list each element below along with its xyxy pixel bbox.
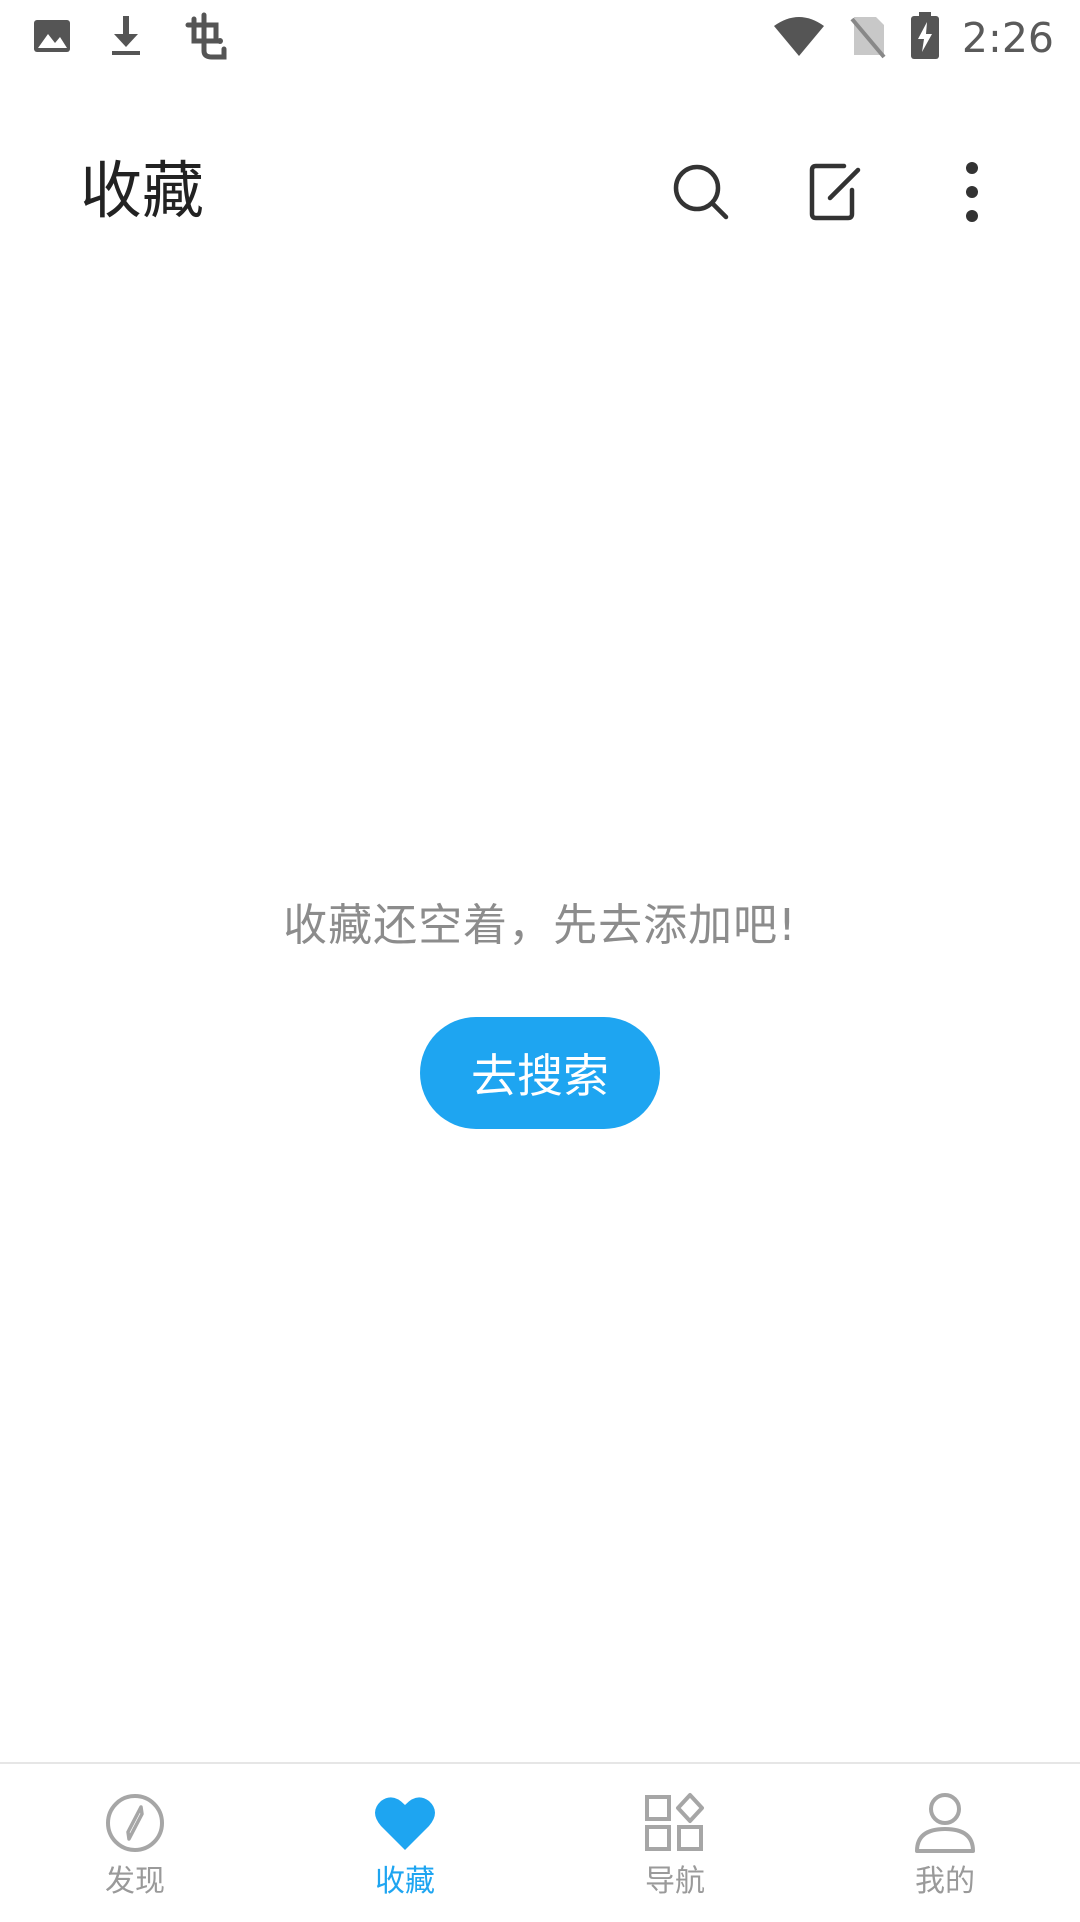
bottom-nav: 发现 收藏 导航 我的 [0,1762,1080,1922]
status-time: 2:26 [961,14,1054,62]
search-icon [671,162,731,226]
nav-item-navigation[interactable]: 导航 [540,1764,810,1922]
app-bar: 收藏 [0,120,1080,270]
more-options-button[interactable] [934,156,1010,232]
nav-item-favorites[interactable]: 收藏 [270,1764,540,1922]
edit-button[interactable] [797,156,873,232]
more-vert-icon [962,160,982,228]
grid-icon [642,1790,708,1856]
status-bar: 2:26 [0,0,1080,74]
nav-label-profile: 我的 [915,1864,975,1899]
nav-item-profile[interactable]: 我的 [810,1764,1080,1922]
status-left-icons [32,10,230,66]
wifi-icon [772,14,826,62]
heart-icon [372,1790,438,1856]
nav-label-favorites: 收藏 [375,1864,435,1899]
empty-state: 收藏还空着，先去添加吧! 去搜索 [0,900,1080,1129]
no-sim-icon [848,13,888,63]
nav-label-discover: 发现 [105,1864,165,1899]
edit-icon [808,162,862,226]
page-title: 收藏 [80,154,205,227]
empty-message: 收藏还空着，先去添加吧! [283,900,797,951]
nav-label-navigation: 导航 [645,1864,705,1899]
status-right-icons: 2:26 [772,10,1054,66]
go-search-button[interactable]: 去搜索 [420,1016,660,1129]
app-bug-icon [180,11,230,65]
compass-icon [102,1790,168,1856]
nav-item-discover[interactable]: 发现 [0,1764,270,1922]
download-icon [106,14,146,62]
image-icon [32,16,72,60]
search-button[interactable] [663,156,739,232]
user-icon [912,1790,978,1856]
battery-charging-icon [910,12,940,64]
